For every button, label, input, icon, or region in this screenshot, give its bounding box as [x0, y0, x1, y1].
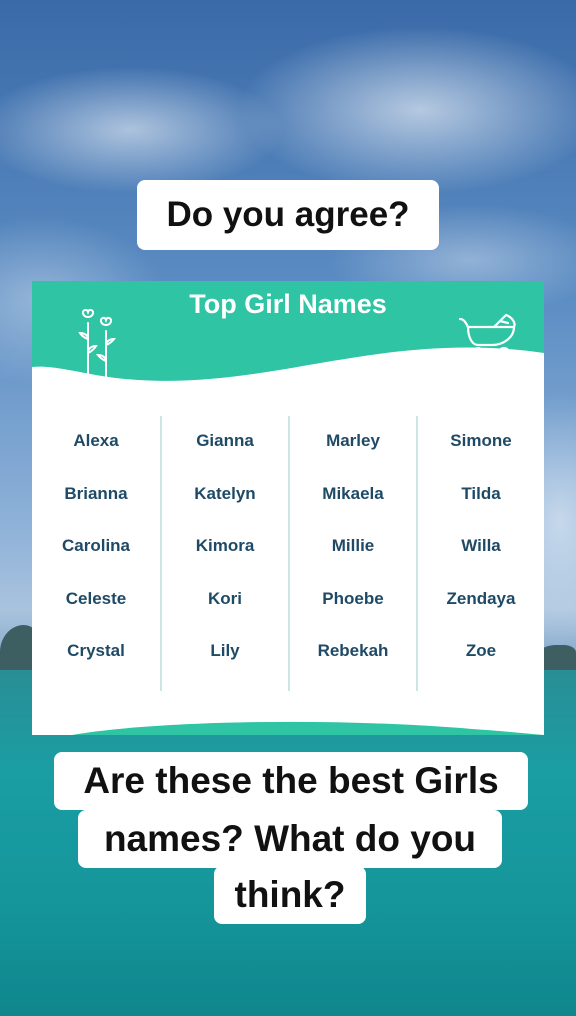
name-item: Millie: [331, 536, 375, 556]
name-item: Carolina: [61, 536, 131, 556]
name-item: Mikaela: [322, 483, 384, 503]
name-item: Zendaya: [446, 588, 516, 608]
names-column: Marley Mikaela Millie Phoebe Rebekah: [288, 416, 416, 691]
names-grid: Alexa Brianna Carolina Celeste Crystal G…: [32, 416, 544, 691]
name-item: Rebekah: [317, 641, 389, 661]
names-column: Gianna Katelyn Kimora Kori Lily: [160, 416, 288, 691]
name-item: Kimora: [195, 536, 255, 556]
caption-bottom-line-1: Are these the best Girls: [54, 752, 528, 810]
name-item: Tilda: [461, 483, 501, 503]
name-item: Kori: [208, 588, 242, 608]
stroller-icon: [458, 313, 516, 360]
name-item: Marley: [326, 431, 380, 450]
names-card: Top Girl Names Alexa Brianna Carolina Ce…: [32, 281, 544, 735]
name-item: Katelyn: [194, 483, 256, 503]
caption-top: Do you agree?: [137, 180, 439, 250]
name-item: Brianna: [64, 483, 128, 503]
names-column: Alexa Brianna Carolina Celeste Crystal: [32, 416, 160, 691]
caption-bottom-line-3: think?: [214, 866, 366, 924]
card-footer-wave: [72, 721, 544, 735]
name-item: Simone: [450, 431, 512, 450]
name-item: Willa: [461, 536, 501, 556]
name-item: Lily: [210, 641, 240, 661]
name-item: Celeste: [65, 588, 127, 608]
name-item: Alexa: [73, 431, 119, 450]
flower-icon: [78, 309, 117, 378]
name-item: Phoebe: [322, 588, 384, 608]
caption-bottom-line-2: names? What do you: [78, 810, 502, 868]
names-column: Simone Tilda Willa Zendaya Zoe: [416, 416, 544, 691]
name-item: Gianna: [196, 431, 254, 450]
name-item: Crystal: [67, 641, 125, 661]
name-item: Zoe: [465, 641, 497, 661]
